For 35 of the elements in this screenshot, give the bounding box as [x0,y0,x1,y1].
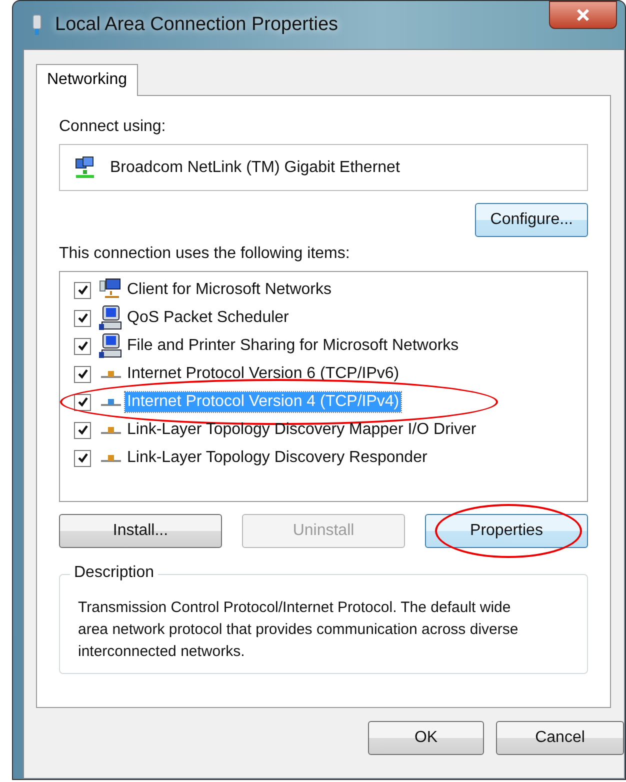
connect-using-label: Connect using: [59,118,166,136]
list-item[interactable]: File and Printer Sharing for Microsoft Networks [125,336,461,356]
checkbox[interactable] [74,422,91,438]
protocol-icon [99,424,123,436]
protocol-icon [99,452,123,464]
close-button[interactable] [549,1,617,29]
checkbox[interactable] [74,450,91,466]
tab[interactable]: Networking [36,64,138,96]
computer-icon [99,305,123,331]
list-item[interactable]: Internet Protocol Version 6 (TCP/IPv6) [125,364,402,384]
network-cable-icon [31,13,43,37]
list-item[interactable]: Link-Layer Topology Discovery Responder [125,448,430,468]
checkbox[interactable] [74,338,91,354]
configure-button[interactable]: Configure... [475,203,588,237]
close-icon [575,8,591,22]
computer-icon [99,333,123,359]
list-item[interactable]: Client for Microsoft Networks [125,280,334,300]
items-label: This connection uses the following items: [59,245,350,263]
window-title: Local Area Connection Properties [55,14,338,36]
protocol-icon [99,368,123,380]
checkbox[interactable] [74,366,91,382]
list-item[interactable]: Link-Layer Topology Discovery Mapper I/O Driver [125,420,478,440]
action-button[interactable]: Install... [59,514,222,548]
dialog-button[interactable]: OK [368,721,484,755]
checkbox[interactable] [74,282,91,298]
checkbox[interactable] [74,394,91,410]
list-item[interactable]: QoS Packet Scheduler [125,308,291,328]
protocol-icon [99,396,123,408]
checkbox[interactable] [74,310,91,326]
network-adapter-icon [74,156,96,180]
description-text: Transmission Control Protocol/Internet Protocol. The default wide area network protocol that provides communication across diverse interconnected networks. [78,598,520,662]
dialog-button[interactable]: Cancel [496,721,624,755]
action-button[interactable]: Properties [425,514,588,548]
group-title: Description [70,564,158,582]
adapter-name: Broadcom NetLink (TM) Gigabit Ethernet [110,158,400,176]
